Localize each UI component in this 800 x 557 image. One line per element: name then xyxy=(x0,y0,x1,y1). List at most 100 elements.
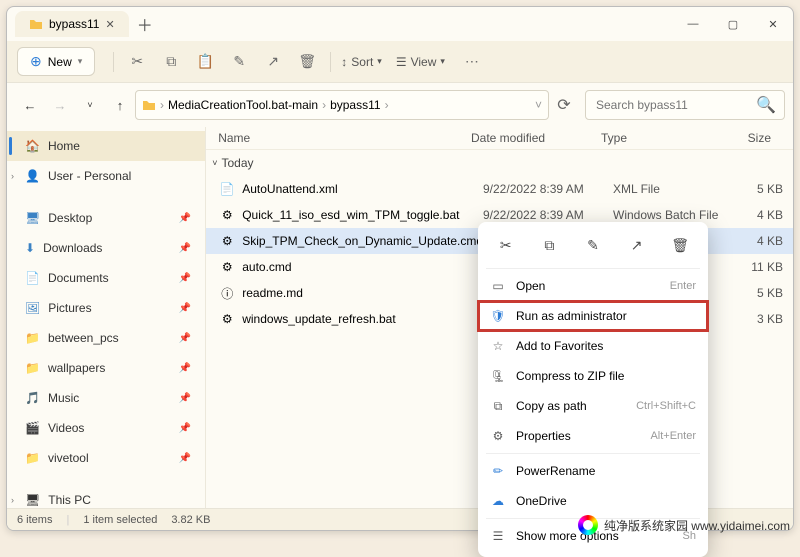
group-header[interactable]: ˅ Today xyxy=(206,150,793,176)
chevron-right-icon: › xyxy=(11,495,14,505)
new-tab-button[interactable]: ＋ xyxy=(137,12,153,36)
breadcrumb-segment[interactable]: MediaCreationTool.bat-main xyxy=(168,98,318,112)
od-icon: ☁ xyxy=(490,494,506,508)
sort-button[interactable]: ↕Sort▾ xyxy=(341,55,382,69)
tab-close-icon[interactable]: ✕ xyxy=(105,18,114,31)
file-size: 11 KB xyxy=(733,260,793,274)
sidebar-user[interactable]: › 👤 User - Personal xyxy=(7,161,205,191)
file-icon: ⚙ xyxy=(218,234,236,248)
ctx-powerrename[interactable]: ✏PowerRename xyxy=(478,456,708,486)
ctx-delete-icon[interactable]: 🗑 xyxy=(667,232,693,258)
status-selected: 1 item selected xyxy=(83,514,157,526)
ctx-add-to-favorites[interactable]: ☆Add to Favorites xyxy=(478,331,708,361)
sidebar-item-music[interactable]: 🎵Music📌 xyxy=(7,383,205,413)
pin-icon: 📌 xyxy=(179,363,191,374)
file-icon: ⚙ xyxy=(218,208,236,222)
sidebar-item-downloads[interactable]: ⬇Downloads📌 xyxy=(7,233,205,263)
recent-button[interactable]: ˅ xyxy=(75,90,105,120)
titlebar: bypass11 ✕ ＋ — ▢ ✕ xyxy=(7,7,793,41)
ctx-onedrive[interactable]: ☁OneDrive xyxy=(478,486,708,516)
col-date[interactable]: Date modified xyxy=(471,131,601,145)
file-size: 5 KB xyxy=(733,286,793,300)
sidebar-item-between_pcs[interactable]: 📁between_pcs📌 xyxy=(7,323,205,353)
chevron-down-icon: ▾ xyxy=(78,56,83,67)
folder-icon: 🎵 xyxy=(25,391,40,405)
pr-icon: ✏ xyxy=(490,464,506,478)
zip-icon: 🗜 xyxy=(490,369,506,383)
pin-icon: 📌 xyxy=(179,273,191,284)
minimize-button[interactable]: — xyxy=(673,8,713,40)
ctx-properties[interactable]: ⚙PropertiesAlt+Enter xyxy=(478,421,708,451)
ctx-cut-icon[interactable]: ✂ xyxy=(493,232,519,258)
plus-icon: ⊕ xyxy=(30,53,42,70)
search-input[interactable] xyxy=(594,97,756,113)
open-icon: ▭ xyxy=(490,279,506,293)
ctx-compress-to-zip-file[interactable]: 🗜Compress to ZIP file xyxy=(478,361,708,391)
col-type[interactable]: Type xyxy=(601,131,721,145)
pin-icon: 📌 xyxy=(179,453,191,464)
folder-icon: 📁 xyxy=(25,331,40,345)
back-button[interactable]: ← xyxy=(15,90,45,120)
sidebar-item-documents[interactable]: 📄Documents📌 xyxy=(7,263,205,293)
folder-icon: 📁 xyxy=(25,451,40,465)
cut-icon[interactable]: ✂ xyxy=(122,47,152,77)
up-button[interactable]: ↑ xyxy=(105,90,135,120)
home-icon: 🏠 xyxy=(25,139,40,153)
ctx-rename-icon[interactable]: ✎ xyxy=(580,232,606,258)
delete-icon[interactable]: 🗑 xyxy=(292,47,322,77)
paste-icon[interactable]: 📋 xyxy=(190,47,220,77)
maximize-button[interactable]: ▢ xyxy=(713,8,753,40)
folder-icon: 📄 xyxy=(25,271,40,285)
search-box[interactable]: 🔍 xyxy=(585,90,785,120)
sidebar-item-pictures[interactable]: 🖼Pictures📌 xyxy=(7,293,205,323)
ctx-run-as-administrator[interactable]: 🛡Run as administrator xyxy=(478,301,708,331)
folder-icon xyxy=(142,98,156,112)
view-button[interactable]: ☰View▾ xyxy=(396,55,445,69)
sidebar-item-videos[interactable]: 🎬Videos📌 xyxy=(7,413,205,443)
pin-icon: 📌 xyxy=(179,303,191,314)
view-icon: ☰ xyxy=(396,55,407,69)
status-item-count: 6 items xyxy=(17,514,52,526)
file-name: readme.md xyxy=(242,286,483,300)
sidebar-item-wallpapers[interactable]: 📁wallpapers📌 xyxy=(7,353,205,383)
ctx-copy-icon[interactable]: ⧉ xyxy=(536,232,562,258)
share-icon[interactable]: ↗ xyxy=(258,47,288,77)
window-tab[interactable]: bypass11 ✕ xyxy=(15,11,129,37)
col-size[interactable]: Size xyxy=(721,131,781,145)
folder-icon xyxy=(29,17,43,31)
watermark-logo xyxy=(578,515,598,535)
forward-button[interactable]: → xyxy=(45,90,75,120)
pin-icon: 📌 xyxy=(179,393,191,404)
file-date: 9/22/2022 8:39 AM xyxy=(483,182,613,196)
copy-icon[interactable]: ⧉ xyxy=(156,47,186,77)
props-icon: ⚙ xyxy=(490,429,506,443)
more-icon[interactable]: ⋯ xyxy=(457,47,487,77)
ctx-copy-as-path[interactable]: ⧉Copy as pathCtrl+Shift+C xyxy=(478,391,708,421)
close-button[interactable]: ✕ xyxy=(753,8,793,40)
sidebar-this-pc[interactable]: › 🖥 This PC xyxy=(7,485,205,508)
refresh-button[interactable]: ⟳ xyxy=(549,90,579,120)
folder-icon: 🖼 xyxy=(25,301,40,315)
sidebar-home[interactable]: 🏠 Home xyxy=(7,131,205,161)
file-icon: 📄 xyxy=(218,182,236,196)
file-row[interactable]: 📄AutoUnattend.xml9/22/2022 8:39 AMXML Fi… xyxy=(206,176,793,202)
folder-icon: 🖥 xyxy=(25,211,40,225)
chevron-right-icon: › xyxy=(11,171,14,181)
new-button[interactable]: ⊕ New ▾ xyxy=(17,47,95,76)
ctx-share-icon[interactable]: ↗ xyxy=(624,232,650,258)
pin-icon: 📌 xyxy=(179,333,191,344)
breadcrumb-segment[interactable]: bypass11 xyxy=(330,98,380,112)
context-menu: ✂ ⧉ ✎ ↗ 🗑 ▭OpenEnter🛡Run as administrato… xyxy=(478,222,708,557)
watermark: 纯净版系统家园 www.yidaimei.com xyxy=(578,515,790,535)
rename-icon[interactable]: ✎ xyxy=(224,47,254,77)
history-chevron-icon[interactable]: ˅ xyxy=(535,98,542,112)
sidebar-item-vivetool[interactable]: 📁vivetool📌 xyxy=(7,443,205,473)
file-icon: ⓘ xyxy=(218,285,236,302)
ctx-open[interactable]: ▭OpenEnter xyxy=(478,271,708,301)
column-headers[interactable]: Name Date modified Type Size xyxy=(206,127,793,150)
breadcrumb[interactable]: › MediaCreationTool.bat-main › bypass11 … xyxy=(135,90,549,120)
shield-icon: 🛡 xyxy=(490,309,506,323)
more-options-icon: ☰ xyxy=(490,529,506,543)
sidebar-item-desktop[interactable]: 🖥Desktop📌 xyxy=(7,203,205,233)
col-name[interactable]: Name xyxy=(218,131,471,145)
